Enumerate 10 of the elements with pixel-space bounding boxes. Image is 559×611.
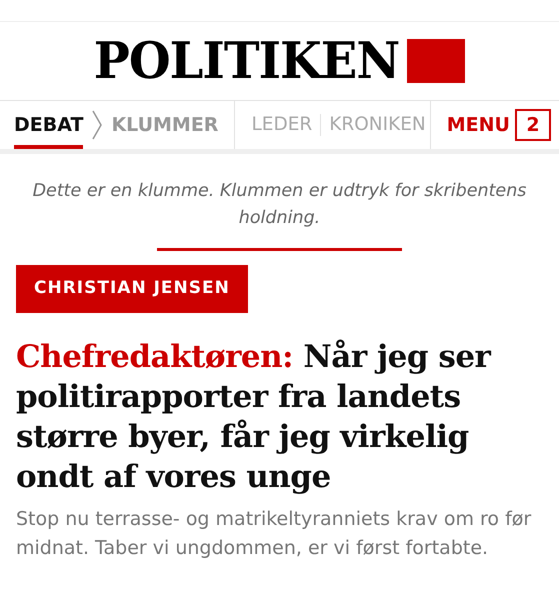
chevron-icon [91,110,104,140]
nav-tab[interactable]: DEBAT [14,101,84,149]
disclaimer-text: Dette er en klumme. Klummen er udtryk for skribentens holdning. [32,180,528,230]
author-button[interactable]: CHRISTIAN JENSEN [16,265,248,312]
logo-wordmark[interactable]: POLITIKEN [94,36,400,86]
article-lead: Stop nu terrasse- og matrikeltyranniets krav om ro før midnat. Taber vi ungdommen, er vi først fortabte. [16,506,532,560]
menu-button[interactable]: MENU [446,110,510,140]
count-badge[interactable]: 2 [515,109,551,141]
logo-square-icon [407,39,466,83]
article-headline: Chefredaktøren: Når jeg ser politirapporter fra landets større byer, får jeg virkelig ondt af vores unge [16,338,492,496]
